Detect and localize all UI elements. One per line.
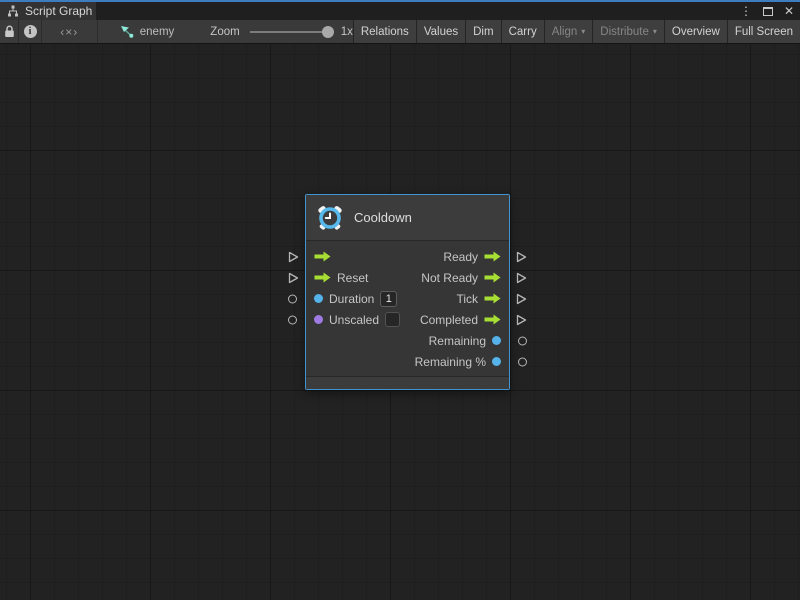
zoom-slider[interactable]	[250, 31, 330, 33]
alarm-clock-icon	[316, 204, 344, 232]
full-screen-button[interactable]: Full Screen	[728, 20, 800, 43]
cooldown-node[interactable]: Cooldown Ready	[305, 194, 510, 390]
align-button[interactable]: Align ▾	[545, 20, 593, 43]
zoom-value: 1x	[341, 26, 353, 38]
flow-arrow-icon	[484, 272, 501, 283]
remaining-percent-output-connector[interactable]	[518, 357, 527, 366]
info-button[interactable]: i	[19, 20, 42, 43]
tab-bar: Script Graph ⋮ ✕	[0, 2, 800, 20]
tick-output-connector[interactable]	[516, 293, 527, 305]
port-row: Unscaled Completed	[306, 309, 509, 330]
flow-arrow-icon	[314, 251, 331, 262]
zoom-control: Zoom 1x	[210, 20, 353, 43]
flow-input-port[interactable]	[314, 251, 337, 262]
tab-script-graph[interactable]: Script Graph	[0, 2, 96, 20]
lock-icon	[4, 25, 15, 38]
duration-value-field[interactable]: 1	[380, 291, 397, 307]
value-port-dot-icon	[314, 294, 323, 303]
value-port-dot-icon	[492, 357, 501, 366]
script-graph-window: Script Graph ⋮ ✕ i ‹×› enemy	[0, 0, 800, 600]
hollow-triangle-icon	[516, 293, 527, 305]
port-row: Reset Not Ready	[306, 267, 509, 288]
port-row: Remaining	[306, 330, 509, 351]
port-row: Remaining %	[306, 351, 509, 372]
chevron-down-icon: ▾	[581, 27, 585, 36]
window-menu-icon[interactable]: ⋮	[740, 5, 752, 17]
node-footer	[306, 376, 509, 389]
graph-canvas[interactable]: Cooldown Ready	[0, 44, 800, 600]
window-controls: ⋮ ✕	[740, 2, 794, 20]
info-icon: i	[24, 25, 37, 38]
hollow-triangle-icon	[516, 314, 527, 326]
hollow-circle-icon	[288, 315, 297, 324]
relations-button[interactable]: Relations	[354, 20, 416, 43]
hollow-circle-icon	[518, 357, 527, 366]
graph-name: enemy	[140, 26, 175, 38]
chevron-down-icon: ▾	[653, 27, 657, 36]
overview-button[interactable]: Overview	[665, 20, 727, 43]
graph-reference[interactable]: enemy	[110, 20, 185, 43]
code-toggle-icon: ‹×›	[60, 25, 78, 39]
value-port-dot-icon	[492, 336, 501, 345]
toolbar-button-group: Relations Values Dim Carry Align ▾ Distr…	[353, 20, 800, 43]
unscaled-input-connector[interactable]	[288, 315, 297, 324]
tab-title: Script Graph	[25, 4, 92, 18]
carry-button[interactable]: Carry	[502, 20, 544, 43]
dim-button[interactable]: Dim	[466, 20, 500, 43]
hollow-triangle-icon	[288, 272, 299, 284]
node-header[interactable]: Cooldown	[306, 195, 509, 241]
hollow-triangle-icon	[288, 251, 299, 263]
unscaled-input-port[interactable]: Unscaled	[314, 312, 400, 327]
duration-input-connector[interactable]	[288, 294, 297, 303]
remaining-output-connector[interactable]	[518, 336, 527, 345]
not-ready-output-port[interactable]: Not Ready	[421, 271, 501, 285]
graph-hierarchy-icon	[7, 5, 19, 17]
hollow-circle-icon	[288, 294, 297, 303]
node-title: Cooldown	[354, 210, 412, 225]
not-ready-output-connector[interactable]	[516, 272, 527, 284]
hollow-triangle-icon	[516, 251, 527, 263]
ready-output-connector[interactable]	[516, 251, 527, 263]
graph-toolbar: i ‹×› enemy Zoom 1x Relations Values Dim…	[0, 20, 800, 44]
completed-output-connector[interactable]	[516, 314, 527, 326]
value-port-dot-icon	[314, 315, 323, 324]
flow-arrow-icon	[314, 272, 331, 283]
hollow-triangle-icon	[516, 272, 527, 284]
unscaled-checkbox[interactable]	[385, 312, 400, 327]
zoom-label: Zoom	[210, 26, 239, 38]
flow-arrow-icon	[484, 314, 501, 325]
flow-arrow-icon	[484, 293, 501, 304]
completed-output-port[interactable]: Completed	[420, 313, 501, 327]
hollow-circle-icon	[518, 336, 527, 345]
reset-input-port[interactable]: Reset	[314, 271, 368, 285]
duration-input-port[interactable]: Duration 1	[314, 291, 397, 307]
tick-output-port[interactable]: Tick	[456, 292, 501, 306]
zoom-slider-handle[interactable]	[322, 26, 334, 38]
port-row: Ready	[306, 246, 509, 267]
flow-input-connector[interactable]	[288, 251, 299, 263]
distribute-button[interactable]: Distribute ▾	[593, 20, 664, 43]
ready-output-port[interactable]: Ready	[443, 250, 501, 264]
node-body: Ready Reset	[306, 241, 509, 376]
values-button[interactable]: Values	[417, 20, 465, 43]
port-row: Duration 1 Tick	[306, 288, 509, 309]
reset-input-connector[interactable]	[288, 272, 299, 284]
maximize-icon[interactable]	[763, 7, 773, 16]
connection-values-button[interactable]: ‹×›	[42, 20, 98, 43]
lock-button[interactable]	[0, 20, 19, 43]
graph-icon	[120, 25, 134, 38]
remaining-output-port[interactable]: Remaining	[429, 334, 501, 348]
close-icon[interactable]: ✕	[784, 5, 794, 17]
flow-arrow-icon	[484, 251, 501, 262]
remaining-percent-output-port[interactable]: Remaining %	[415, 355, 501, 369]
